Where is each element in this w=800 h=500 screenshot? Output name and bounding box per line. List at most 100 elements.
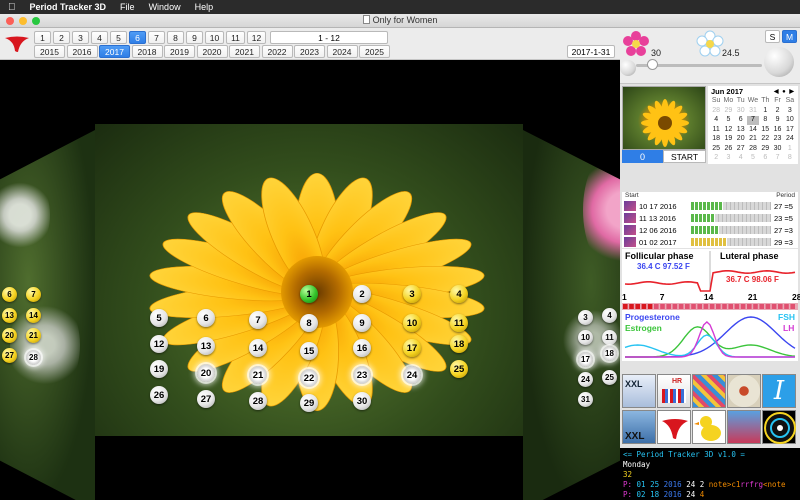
day-ball-30[interactable]: 30 <box>353 392 371 410</box>
month-button-7[interactable]: 7 <box>148 31 165 44</box>
year-button-2015[interactable]: 2015 <box>34 45 65 58</box>
menu-file[interactable]: File <box>120 2 135 12</box>
calendar-day[interactable]: 23 <box>771 135 783 144</box>
calendar-day[interactable]: 9 <box>771 116 783 125</box>
day-ball-11[interactable]: 11 <box>602 330 617 345</box>
current-month-panel[interactable]: 1 2 3 4 5 6 7 8 9 10 11 12 13 14 15 16 17 18 19 20 21 22 23 24 2… <box>95 124 523 436</box>
day-ball-21[interactable]: 21 <box>249 366 267 384</box>
day-ball-5[interactable]: 5 <box>150 309 168 327</box>
year-button-2019[interactable]: 2019 <box>164 45 195 58</box>
logo-icon[interactable] <box>657 410 691 444</box>
calendar-carousel[interactable]: 6 7 13 14 20 21 27 28 1 2 3 4 5 6 7 8 9 10 11 12 13 14 15 16 17… <box>0 60 620 500</box>
calendar-day[interactable]: 30 <box>735 107 747 116</box>
flower-icon[interactable] <box>727 374 761 408</box>
month-button-4[interactable]: 4 <box>91 31 108 44</box>
day-ball-31[interactable]: 31 <box>578 392 593 407</box>
history-row[interactable]: 10 17 2016 27 =5 <box>622 200 798 212</box>
year-button-2018[interactable]: 2018 <box>131 45 163 58</box>
calendar-day[interactable]: 10 <box>784 116 796 125</box>
day-ball-22[interactable]: 22 <box>300 369 318 387</box>
day-ball-20[interactable]: 20 <box>2 328 17 343</box>
calendar-day[interactable]: 1 <box>784 145 796 154</box>
year-button-2016[interactable]: 2016 <box>66 45 98 58</box>
day-ball-17[interactable]: 17 <box>578 352 593 367</box>
calendar-day[interactable]: 15 <box>759 126 771 135</box>
day-ball-27[interactable]: 27 <box>2 348 17 363</box>
zoom-out-sphere-icon[interactable] <box>620 60 636 76</box>
calendar-day[interactable]: 7 <box>746 116 760 125</box>
xxl-icon[interactable]: XXL <box>622 374 656 408</box>
theme-thumbnail[interactable] <box>622 86 706 150</box>
day-ball-1[interactable]: 1 <box>300 285 318 303</box>
month-button-1[interactable]: 1 <box>34 31 51 44</box>
month-button-10[interactable]: 10 <box>205 31 224 44</box>
day-ball-24[interactable]: 24 <box>578 372 593 387</box>
calendar-day[interactable]: 7 <box>771 154 783 163</box>
day-ball-12[interactable]: 12 <box>150 335 168 353</box>
italic-i-icon[interactable]: I <box>762 374 796 408</box>
calendar-day[interactable]: 12 <box>722 126 734 135</box>
day-ball-25[interactable]: 25 <box>602 370 617 385</box>
day-ball-20[interactable]: 20 <box>197 364 215 382</box>
hr-icon[interactable]: HR <box>657 374 691 408</box>
menu-window[interactable]: Window <box>149 2 181 12</box>
calendar-day[interactable]: 6 <box>735 116 747 125</box>
calendar-nav-icon[interactable]: ◀ ● ▶ <box>774 88 795 95</box>
calendar-day[interactable]: 25 <box>710 145 722 154</box>
month-button-2[interactable]: 2 <box>53 31 70 44</box>
history-row[interactable]: 01 02 2017 29 =3 <box>622 236 798 248</box>
year-button-2021[interactable]: 2021 <box>229 45 260 58</box>
menu-app-name[interactable]: Period Tracker 3D <box>30 2 107 12</box>
blue-flower-icon[interactable] <box>696 30 724 58</box>
day-ball-18[interactable]: 18 <box>450 335 468 353</box>
day-ball-4[interactable]: 4 <box>450 285 468 303</box>
day-ball-27[interactable]: 27 <box>197 390 215 408</box>
zoom-slider-knob[interactable] <box>647 59 658 70</box>
calendar-day[interactable]: 22 <box>759 135 771 144</box>
month-button-12[interactable]: 12 <box>247 31 266 44</box>
day-ball-18[interactable]: 18 <box>602 346 617 361</box>
history-row[interactable]: 11 13 2016 23 =5 <box>622 212 798 224</box>
year-button-2017[interactable]: 2017 <box>99 45 130 58</box>
calendar-day[interactable]: 30 <box>771 145 783 154</box>
day-ball-23[interactable]: 23 <box>353 366 371 384</box>
calendar-day[interactable]: 26 <box>722 145 734 154</box>
day-ball-17[interactable]: 17 <box>403 339 421 357</box>
range-field[interactable]: 1 - 12 <box>270 31 388 44</box>
calendar-day[interactable]: 5 <box>747 154 759 163</box>
day-ball-10[interactable]: 10 <box>403 314 421 332</box>
calendar-day[interactable]: 2 <box>771 107 783 116</box>
day-ball-2[interactable]: 2 <box>353 285 371 303</box>
day-ball-7[interactable]: 7 <box>26 287 41 302</box>
xxl-box-icon[interactable]: XXL <box>622 410 656 444</box>
day-ball-28[interactable]: 28 <box>249 392 267 410</box>
calendar-day[interactable]: 24 <box>784 135 796 144</box>
day-ball-11[interactable]: 11 <box>450 314 468 332</box>
year-button-2022[interactable]: 2022 <box>261 45 293 58</box>
day-ball-28[interactable]: 28 <box>26 350 41 365</box>
day-ball-8[interactable]: 8 <box>300 314 318 332</box>
calendar-day[interactable]: 27 <box>735 145 747 154</box>
day-ball-19[interactable]: 19 <box>150 360 168 378</box>
calendar-day[interactable]: 5 <box>722 116 734 125</box>
mode-s-button[interactable]: S <box>765 30 780 43</box>
zoom-in-sphere-icon[interactable] <box>764 47 794 77</box>
calendar-day[interactable]: 29 <box>722 107 734 116</box>
calendar-day[interactable]: 13 <box>735 126 747 135</box>
month-button-9[interactable]: 9 <box>186 31 203 44</box>
day-ball-25[interactable]: 25 <box>450 360 468 378</box>
app-logo-icon[interactable] <box>4 34 30 54</box>
apple-icon[interactable]:  <box>8 2 16 13</box>
calendar-day[interactable]: 2 <box>710 154 722 163</box>
day-ball-10[interactable]: 10 <box>578 330 593 345</box>
day-ball-3[interactable]: 3 <box>403 285 421 303</box>
calendar-day[interactable]: 16 <box>771 126 783 135</box>
day-ball-3[interactable]: 3 <box>578 310 593 325</box>
month-button-3[interactable]: 3 <box>72 31 89 44</box>
calendar-day[interactable]: 28 <box>710 107 722 116</box>
calendar-day[interactable]: 8 <box>759 116 771 125</box>
pink-flower-icon[interactable] <box>622 30 650 58</box>
grid-icon[interactable] <box>692 374 726 408</box>
day-ball-14[interactable]: 14 <box>26 308 41 323</box>
day-ball-29[interactable]: 29 <box>300 394 318 412</box>
